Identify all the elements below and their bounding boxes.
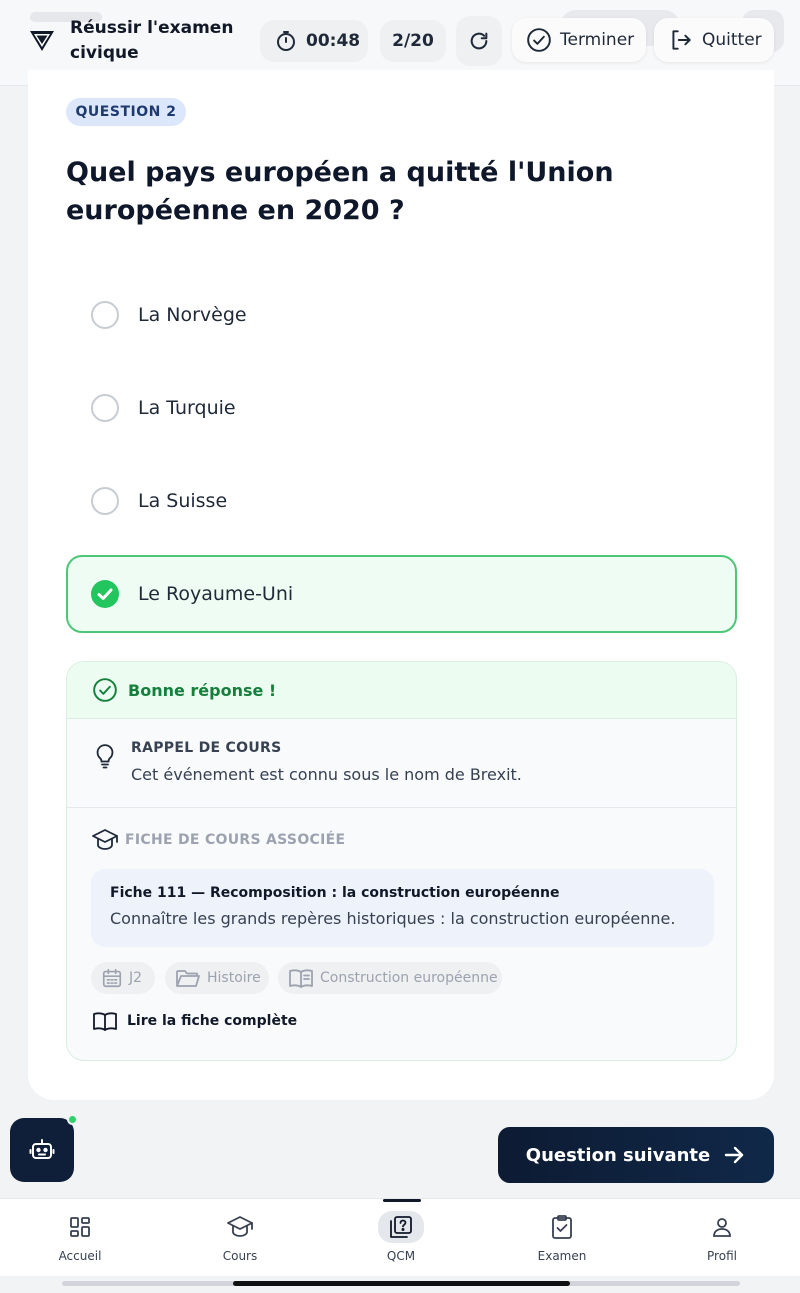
answer-option[interactable]: La Turquie [66, 369, 737, 447]
check-filled-icon [91, 580, 119, 608]
app-logo-icon [30, 31, 54, 51]
bottom-navigation: Accueil Cours QCM Examen Profil [0, 1198, 800, 1276]
tag-label: Construction européenne [320, 970, 498, 986]
finish-button[interactable]: Terminer [512, 18, 646, 62]
radio-icon [91, 487, 119, 515]
calendar-icon [102, 968, 122, 988]
answer-label: Le Royaume-Uni [138, 583, 294, 605]
assistant-button[interactable] [10, 1118, 74, 1182]
dashboard-icon [70, 1217, 90, 1237]
active-tab-bar [383, 1199, 421, 1202]
next-question-label: Question suivante [525, 1144, 711, 1166]
finish-label: Terminer [560, 30, 635, 50]
home-indicator[interactable] [233, 1281, 570, 1286]
course-sheet-card[interactable]: Fiche 111 — Recomposition : la construct… [91, 869, 714, 947]
quit-button[interactable]: Quitter [654, 18, 774, 62]
nav-item-examen[interactable]: Examen [502, 1199, 622, 1277]
answer-option[interactable]: La Suisse [66, 462, 737, 540]
tag-label: Histoire [207, 970, 261, 986]
question-counter: 2/20 [380, 20, 446, 62]
arrow-right-icon [725, 1146, 744, 1164]
tag-subject: Histoire [165, 962, 269, 994]
tag-day: J2 [91, 962, 155, 994]
radio-icon [91, 301, 119, 329]
logout-icon [672, 30, 691, 50]
stopwatch-icon [277, 31, 295, 51]
open-book-icon [93, 1012, 117, 1031]
open-book-icon [289, 969, 313, 988]
answer-label: La Norvège [138, 304, 247, 326]
check-circle-icon [93, 678, 117, 702]
nav-label: QCM [386, 1249, 416, 1263]
refresh-icon [470, 32, 488, 50]
robot-icon [29, 1139, 55, 1159]
restart-button[interactable] [456, 16, 502, 66]
answer-option[interactable]: La Norvège [66, 276, 737, 354]
folder-icon [176, 970, 200, 987]
answer-label: La Suisse [138, 490, 228, 512]
tag-label: J2 [129, 970, 143, 986]
next-question-button[interactable]: Question suivante [498, 1127, 774, 1183]
feedback-panel: Bonne réponse ! RAPPEL DE COURS Cet évén… [66, 661, 737, 1061]
nav-item-accueil[interactable]: Accueil [20, 1199, 140, 1277]
user-icon [713, 1218, 731, 1237]
online-status-dot [67, 1114, 78, 1125]
course-reminder: RAPPEL DE COURS Cet événement est connu … [67, 720, 736, 808]
graduation-cap-icon [92, 829, 118, 850]
question-counter-value: 2/20 [392, 31, 434, 51]
quit-label: Quitter [702, 30, 762, 50]
answer-option-correct[interactable]: Le Royaume-Uni [66, 555, 737, 633]
read-link-label: Lire la fiche complète [127, 1013, 298, 1029]
graduation-cap-icon [227, 1216, 253, 1237]
nav-item-profil[interactable]: Profil [662, 1199, 782, 1277]
nav-label: Cours [222, 1249, 258, 1263]
quiz-icon [390, 1216, 412, 1238]
nav-item-cours[interactable]: Cours [180, 1199, 300, 1277]
app-title: Réussir l'examen civique [70, 18, 234, 63]
question-text: Quel pays européen a quitté l'Union euro… [66, 157, 614, 226]
timer-value: 00:48 [306, 31, 361, 51]
lightbulb-icon [96, 744, 114, 769]
read-full-sheet-link[interactable]: Lire la fiche complète [91, 1010, 297, 1032]
radio-icon [91, 394, 119, 422]
active-indicator [378, 1211, 424, 1243]
timer: 00:48 [260, 20, 368, 62]
sheet-title: Fiche 111 — Recomposition : la construct… [110, 885, 560, 901]
sheet-description: Connaître les grands repères historiques… [110, 909, 676, 928]
answer-label: La Turquie [138, 397, 236, 419]
reminder-text: Cet événement est connu sous le nom de B… [131, 765, 522, 784]
tag-topic: Construction européenne [278, 962, 502, 994]
sheet-header: FICHE DE COURS ASSOCIÉE [125, 832, 346, 848]
clipboard-check-icon [552, 1215, 572, 1239]
nav-label: Accueil [58, 1249, 102, 1263]
nav-label: Examen [537, 1249, 587, 1263]
feedback-result: Bonne réponse ! [128, 680, 277, 700]
check-circle-icon [527, 28, 551, 52]
reminder-title: RAPPEL DE COURS [131, 740, 282, 756]
nav-label: Profil [707, 1249, 737, 1263]
question-badge: QUESTION 2 [66, 98, 186, 126]
feedback-header: Bonne réponse ! [67, 662, 736, 719]
nav-item-qcm[interactable]: QCM [341, 1199, 461, 1277]
